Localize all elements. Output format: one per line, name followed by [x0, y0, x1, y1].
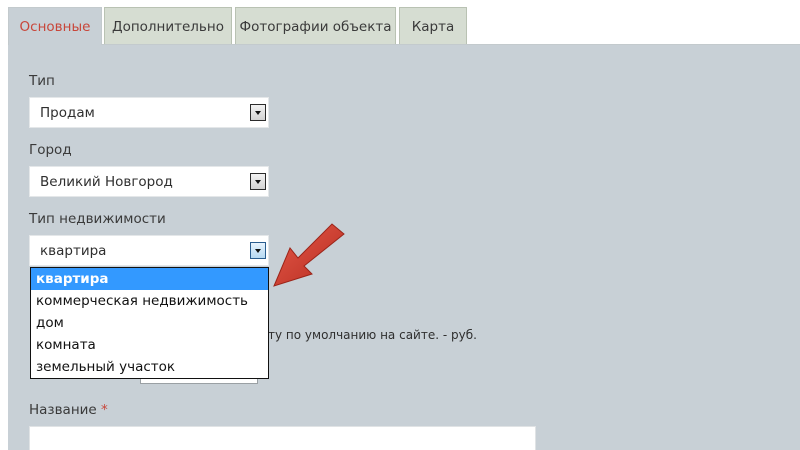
type-select[interactable]: Продам	[29, 97, 269, 128]
city-label: Город	[29, 142, 72, 158]
property-type-dropdown: квартира коммерческая недвижимость дом к…	[30, 267, 269, 379]
tab-basic[interactable]: Основные	[8, 7, 102, 45]
tab-photos[interactable]: Фотографии объекта	[235, 7, 396, 45]
tab-additional[interactable]: Дополнительно	[104, 7, 232, 45]
dropdown-option[interactable]: земельный участок	[31, 356, 268, 378]
city-select-value: Великий Новгород	[40, 174, 173, 190]
dropdown-option[interactable]: квартира	[31, 268, 268, 290]
property-type-label: Тип недвижимости	[29, 211, 166, 227]
name-input[interactable]	[29, 426, 536, 450]
chevron-down-icon[interactable]	[250, 104, 266, 121]
dropdown-option[interactable]: дом	[31, 312, 268, 334]
dropdown-option[interactable]: коммерческая недвижимость	[31, 290, 268, 312]
price-hint: ту по умолчанию на сайте. - руб.	[268, 328, 477, 342]
name-label: Название *	[29, 402, 108, 418]
name-label-text: Название	[29, 402, 97, 418]
property-type-select[interactable]: квартира	[29, 235, 269, 266]
property-type-select-value: квартира	[40, 243, 107, 259]
chevron-down-icon[interactable]	[250, 173, 266, 190]
required-mark: *	[101, 402, 108, 418]
annotation-arrow-icon	[273, 223, 345, 287]
city-select[interactable]: Великий Новгород	[29, 166, 269, 197]
dropdown-option[interactable]: комната	[31, 334, 268, 356]
type-label: Тип	[29, 73, 55, 89]
type-select-value: Продам	[40, 105, 95, 121]
chevron-down-icon[interactable]	[250, 242, 266, 259]
tab-map[interactable]: Карта	[399, 7, 467, 45]
